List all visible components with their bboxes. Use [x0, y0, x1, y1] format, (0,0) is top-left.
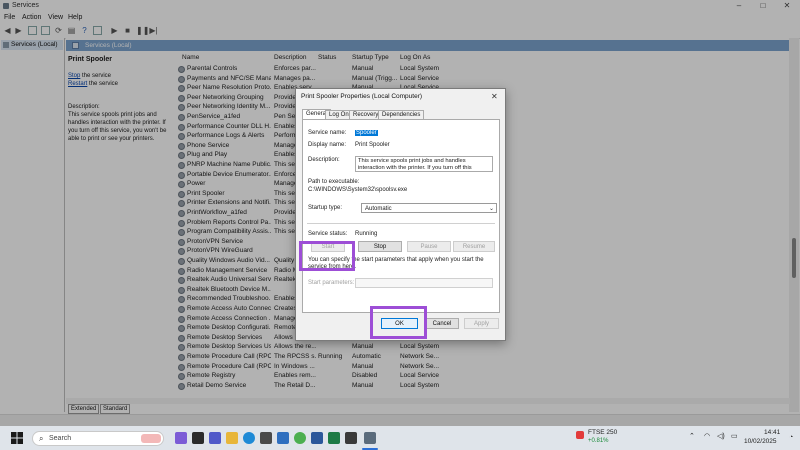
start-button-highlight — [299, 241, 355, 271]
properties-dialog: Print Spooler Properties (Local Computer… — [295, 88, 506, 341]
search-highlight-icon — [141, 434, 161, 443]
chevron-up-icon[interactable]: ⌃ — [689, 432, 695, 440]
service-name-value[interactable]: Spooler — [355, 130, 378, 136]
taskbar-search[interactable]: ⌕ Search — [32, 431, 164, 446]
clock-date[interactable]: 10/02/2025 — [744, 438, 777, 445]
chrome-icon[interactable] — [294, 432, 306, 444]
general-tab-panel: Service name: Spooler Display name: Prin… — [302, 119, 500, 313]
teams-icon[interactable] — [209, 432, 221, 444]
startup-type-label: Startup type: — [308, 205, 343, 211]
display-name-value: Print Spooler — [355, 142, 390, 148]
start-params-label: Start parameters: — [308, 280, 355, 286]
path-value: C:\WINDOWS\System32\spoolsv.exe — [308, 187, 408, 193]
stock-name: FTSE 250 — [588, 429, 618, 436]
clock-time[interactable]: 14:41 — [764, 429, 780, 436]
copilot-icon[interactable] — [175, 432, 187, 444]
pause-button[interactable]: Pause — [407, 241, 451, 252]
description-box[interactable]: This service spools print jobs and handl… — [355, 156, 493, 172]
windows-start-icon[interactable] — [11, 432, 23, 444]
dialog-close-icon[interactable]: ✕ — [491, 92, 498, 101]
battery-icon[interactable]: ▭ — [731, 432, 738, 440]
ok-button-highlight — [370, 306, 427, 339]
cancel-button[interactable]: Cancel — [425, 318, 459, 329]
stock-change: +0.81% — [588, 438, 609, 444]
start-params-input[interactable] — [355, 278, 493, 288]
path-label: Path to executable: — [308, 179, 360, 185]
file-explorer-icon[interactable] — [226, 432, 238, 444]
services-taskbar-icon[interactable] — [364, 432, 376, 444]
display-name-label: Display name: — [308, 142, 347, 148]
chevron-down-icon: ⌄ — [488, 206, 494, 212]
description-label: Description: — [308, 157, 340, 163]
search-icon: ⌕ — [39, 434, 44, 443]
dialog-title: Print Spooler Properties (Local Computer… — [301, 93, 423, 100]
resume-button[interactable]: Resume — [453, 241, 495, 252]
mail-icon[interactable] — [277, 432, 289, 444]
wifi-icon[interactable]: ◠ — [704, 432, 710, 440]
startup-type-select[interactable]: Automatic ⌄ — [361, 203, 497, 213]
terminal-icon[interactable] — [345, 432, 357, 444]
separator — [307, 223, 495, 224]
apply-button[interactable]: Apply — [464, 318, 499, 329]
excel-icon[interactable] — [328, 432, 340, 444]
word-icon[interactable] — [311, 432, 323, 444]
service-status-value: Running — [355, 231, 378, 237]
notification-bell-icon[interactable]: ◔ — [789, 434, 793, 441]
startup-type-value: Automatic — [365, 206, 392, 212]
taskbar: ⌕ Search FTSE 250 +0.81% ⌃ ◠ ◁) ▭ 14:41 … — [0, 426, 800, 450]
volume-icon[interactable]: ◁) — [717, 432, 725, 440]
store-icon[interactable] — [260, 432, 272, 444]
task-view-icon[interactable] — [192, 432, 204, 444]
stop-button[interactable]: Stop — [358, 241, 402, 252]
stock-widget-icon[interactable] — [576, 431, 584, 439]
edge-icon[interactable] — [243, 432, 255, 444]
service-name-label: Service name: — [308, 130, 347, 136]
service-status-label: Service status: — [308, 231, 348, 237]
search-label: Search — [49, 435, 72, 442]
